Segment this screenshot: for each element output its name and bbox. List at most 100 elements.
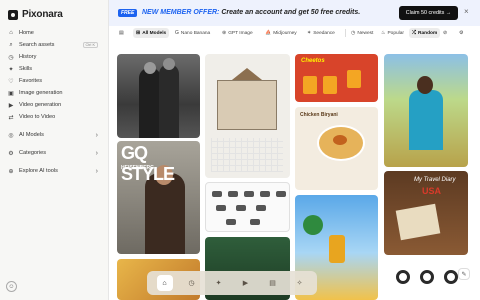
blueprint-grid (211, 138, 283, 172)
skills-icon: ✦ (8, 66, 14, 73)
gallery-item[interactable] (384, 260, 468, 300)
head-left (144, 62, 156, 74)
gear-icon: ⚙ (459, 30, 464, 36)
dock-video-button[interactable]: ▶ (238, 275, 254, 291)
diary-title: My Travel Diary (414, 177, 456, 183)
home-icon: ⌂ (9, 30, 13, 36)
dock-library-button[interactable]: ▤ (265, 275, 281, 291)
head (417, 76, 433, 94)
sidebar-section-label: Categories (19, 150, 47, 156)
figure (409, 90, 443, 150)
toggle-nsfw-button[interactable]: ⊘ (440, 28, 450, 38)
gallery-item[interactable]: Cheetos (295, 54, 378, 102)
clock-icon: ◷ (8, 54, 14, 61)
passport-shape (395, 203, 441, 241)
sidebar-item-label: Search assets (19, 42, 55, 48)
ring-shape (420, 270, 434, 284)
sidebar-section-categories[interactable]: ⚙ Categories › (4, 147, 104, 159)
sidebar-section-explore-ai-tools[interactable]: ⊕ Explore AI tools › (4, 165, 104, 177)
filter-gpt-image[interactable]: ⊛ GPT Image (219, 28, 256, 38)
google-icon: G (175, 30, 179, 36)
product-shape (228, 191, 238, 197)
gallery-item[interactable]: GQ STYLE HEISENBERG (117, 141, 200, 254)
package-shape (347, 70, 361, 88)
gallery-item[interactable]: My Travel Diary USA (384, 171, 468, 255)
figure (145, 173, 185, 254)
filter-label: Seedance (313, 30, 335, 36)
product-shape (236, 205, 246, 211)
gallery-item[interactable] (205, 54, 290, 178)
categories-icon: ⚙ (8, 150, 14, 157)
sidebar-section-ai-models[interactable]: ◎ AI Models › (4, 129, 104, 141)
shortcut-badge: Ctrl K (82, 42, 98, 48)
ring-shape (444, 270, 458, 284)
sidebar-item-label: Favorites (19, 78, 43, 84)
product-shape (250, 219, 260, 225)
sidebar-item-video-generation[interactable]: ▶ Video generation (4, 99, 104, 111)
dock-more-button[interactable]: ✧ (292, 275, 308, 291)
feedback-button[interactable]: ✎ (458, 268, 470, 280)
chevron-right-icon: › (95, 131, 98, 139)
sidebar-toggle-button[interactable]: ▤ (116, 28, 127, 38)
building-shape (217, 80, 277, 130)
user-avatar[interactable]: ☺ (6, 281, 17, 292)
product-shape (276, 191, 286, 197)
product-shape (226, 219, 236, 225)
sidebar: Pixonara ⌂ Home ⌕ Search assets Ctrl K ◷… (0, 0, 108, 300)
sidebar-item-history[interactable]: ◷ History (4, 51, 104, 63)
sidebar-section-label: AI Models (19, 132, 44, 138)
sail-icon: ⛵ (265, 30, 272, 36)
magazine-title: GQ STYLE (121, 143, 175, 184)
app-logo[interactable]: Pixonara (8, 9, 63, 20)
gallery-item[interactable]: Chicken Biryani (295, 107, 378, 190)
logo-icon (8, 9, 18, 20)
sidebar-item-favorites[interactable]: ♡ Favorites (4, 75, 104, 87)
free-badge: FREE (118, 9, 138, 17)
sort-label: Popular (387, 30, 405, 36)
sidebar-nav: ⌂ Home ⌕ Search assets Ctrl K ◷ History … (4, 27, 104, 177)
dock-skills-button[interactable]: ✦ (211, 275, 227, 291)
sort-popular[interactable]: ♨ Popular (378, 28, 407, 38)
sort-label: Random (418, 30, 438, 36)
claim-credits-button[interactable]: Claim 50 credits → (399, 6, 458, 20)
heart-icon: ♡ (8, 78, 14, 85)
figure-left (139, 68, 161, 138)
gallery-item[interactable] (117, 54, 200, 138)
filter-all-models[interactable]: ⊞ All Models (133, 28, 170, 38)
library-icon: ▤ (269, 280, 276, 287)
video-to-video-icon: ⇄ (8, 114, 14, 121)
filter-seedance[interactable]: ✶ Seedance (304, 28, 338, 38)
sidebar-item-label: Image generation (19, 90, 63, 96)
dock-home-button[interactable]: ⌂ (156, 275, 173, 291)
app-name: Pixonara (22, 9, 63, 20)
promo-banner: FREE NEW MEMBER OFFER: Create an account… (109, 0, 480, 26)
gallery-item[interactable] (205, 182, 290, 232)
settings-button[interactable]: ⚙ (456, 28, 466, 38)
sort-label: Newest (357, 30, 374, 36)
sidebar-item-image-generation[interactable]: ▣ Image generation (4, 87, 104, 99)
sidebar-item-skills[interactable]: ✦ Skills (4, 63, 104, 75)
dock-history-button[interactable]: ◷ (184, 275, 200, 291)
gallery-item[interactable] (384, 54, 468, 167)
filter-label: Midjourney (273, 30, 297, 36)
head-right (163, 58, 175, 70)
clock-icon: ◷ (351, 30, 356, 36)
sidebar-item-search[interactable]: ⌕ Search assets Ctrl K (4, 39, 104, 51)
video-icon: ▶ (242, 280, 249, 287)
ring-shape (396, 270, 410, 284)
panel-toggle-icon: ▤ (119, 30, 124, 36)
home-icon: ⌂ (162, 279, 167, 287)
clock-icon: ◷ (188, 280, 195, 287)
close-icon[interactable]: × (464, 7, 469, 16)
filter-midjourney[interactable]: ⛵ Midjourney (262, 28, 300, 38)
sort-newest[interactable]: ◷ Newest (348, 28, 376, 38)
flame-icon: ♨ (381, 30, 386, 36)
sidebar-item-home[interactable]: ⌂ Home (4, 27, 104, 39)
can-shape (329, 235, 345, 263)
sidebar-item-label: History (19, 54, 37, 60)
filter-nano-banana[interactable]: G Nano Banana (172, 28, 213, 38)
sort-random[interactable]: ⤮ Random (409, 28, 441, 38)
filter-label: All Models (142, 30, 167, 36)
sidebar-item-video-to-video[interactable]: ⇄ Video to Video (4, 111, 104, 123)
chat-icon: ✎ (461, 271, 467, 278)
